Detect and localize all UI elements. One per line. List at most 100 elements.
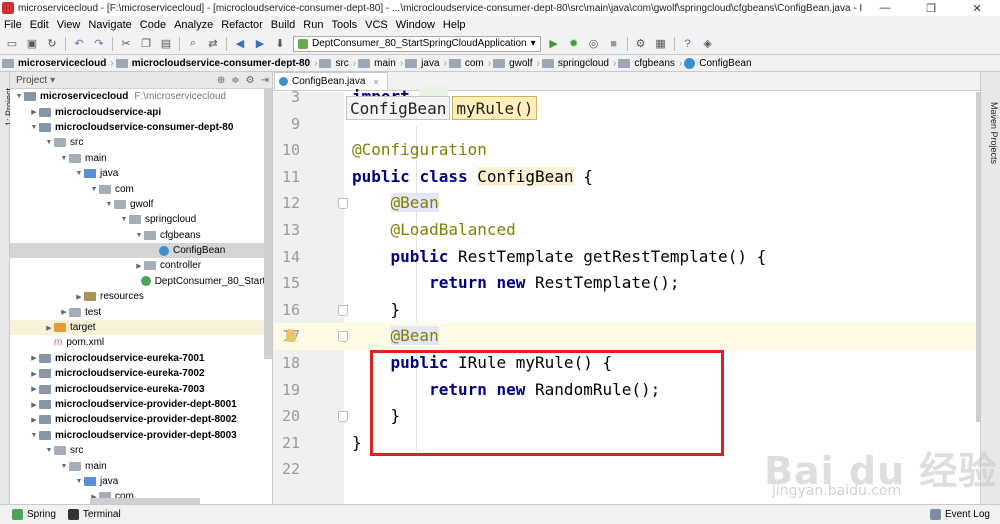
collapsed-arrow-icon[interactable]: ▶: [29, 108, 39, 116]
collapsed-arrow-icon[interactable]: ▶: [29, 416, 39, 424]
collapsed-arrow-icon[interactable]: ▶: [29, 370, 39, 378]
minimize-button[interactable]: —: [862, 0, 908, 16]
tree-item[interactable]: ▶ resources: [10, 289, 272, 304]
project-panel-title[interactable]: Project: [16, 75, 47, 86]
replace-icon[interactable]: ⇄: [205, 36, 221, 52]
redo-icon[interactable]: ↷: [91, 36, 107, 52]
tree-item[interactable]: ▼ microcloudservice-consumer-dept-80: [10, 120, 272, 135]
expanded-arrow-icon[interactable]: ▼: [59, 463, 69, 470]
expanded-arrow-icon[interactable]: ▼: [74, 170, 84, 177]
fold-marker-icon[interactable]: [338, 411, 348, 423]
tree-item[interactable]: ▶ microcloudservice-provider-dept-8001: [10, 397, 272, 412]
expanded-arrow-icon[interactable]: ▼: [119, 216, 129, 223]
undo-icon[interactable]: ↶: [71, 36, 87, 52]
tree-item[interactable]: ▼ cfgbeans: [10, 228, 272, 243]
tree-item[interactable]: ▼ src: [10, 443, 272, 458]
code-line[interactable]: 10 @Configuration: [282, 137, 980, 164]
project-scrollbar[interactable]: [264, 89, 272, 359]
expanded-arrow-icon[interactable]: ▼: [104, 201, 114, 208]
expanded-arrow-icon[interactable]: ▼: [29, 124, 39, 131]
nav-crumb-microservicecloud[interactable]: microservicecloud: [0, 58, 110, 69]
nav-crumb-cfgbeans[interactable]: cfgbeans: [616, 58, 679, 69]
fold-marker-icon[interactable]: [338, 198, 348, 210]
tree-item[interactable]: ▼ java: [10, 166, 272, 181]
nav-crumb-configbean[interactable]: ConfigBean: [682, 57, 755, 69]
tree-item[interactable]: ▶ controller: [10, 258, 272, 273]
collapsed-arrow-icon[interactable]: ▶: [29, 354, 39, 362]
menu-item-code[interactable]: Code: [136, 19, 170, 31]
code-line[interactable]: 11 public class ConfigBean {: [282, 164, 980, 191]
hide-icon[interactable]: ⇥: [261, 75, 269, 86]
nav-crumb-java[interactable]: java: [403, 58, 443, 69]
expanded-arrow-icon[interactable]: ▼: [74, 478, 84, 485]
tree-item[interactable]: ▼ com: [10, 181, 272, 196]
code-line[interactable]: 15 return new RestTemplate();: [282, 270, 980, 297]
event-log-tool-button[interactable]: Event Log: [929, 509, 990, 520]
nav-crumb-com[interactable]: com: [447, 58, 488, 69]
sync-icon[interactable]: ↻: [44, 36, 60, 52]
tree-item[interactable]: ▶ test: [10, 304, 272, 319]
tree-item[interactable]: ▶ microcloudservice-eureka-7003: [10, 381, 272, 396]
code-line[interactable]: 13 @LoadBalanced: [282, 217, 980, 244]
tree-item[interactable]: ▼ gwolf: [10, 197, 272, 212]
expanded-arrow-icon[interactable]: ▼: [89, 186, 99, 193]
maven-projects-tool-button[interactable]: Maven Projects: [989, 102, 999, 164]
collapsed-arrow-icon[interactable]: ▶: [29, 401, 39, 409]
run-icon[interactable]: ▶: [546, 36, 562, 52]
menu-item-help[interactable]: Help: [439, 19, 470, 31]
coverage-icon[interactable]: ◎: [586, 36, 602, 52]
tree-item[interactable]: DeptConsumer_80_StartS: [10, 274, 272, 289]
tree-item[interactable]: ▼ microservicecloud F:\microservicecloud: [10, 89, 272, 104]
menu-item-file[interactable]: File: [0, 19, 26, 31]
collapsed-arrow-icon[interactable]: ▶: [29, 385, 39, 393]
tree-item[interactable]: ▶ microcloudservice-api: [10, 104, 272, 119]
tree-item[interactable]: m pom.xml: [10, 335, 272, 350]
close-button[interactable]: ✕: [954, 0, 1000, 16]
tree-item[interactable]: ConfigBean: [10, 242, 272, 259]
menu-item-refactor[interactable]: Refactor: [217, 19, 267, 31]
help-icon[interactable]: ?: [680, 36, 696, 52]
expanded-arrow-icon[interactable]: ▼: [29, 432, 39, 439]
tree-item[interactable]: ▼ java: [10, 474, 272, 489]
menu-item-build[interactable]: Build: [267, 19, 299, 31]
nav-crumb-springcloud[interactable]: springcloud: [540, 58, 613, 69]
run-configuration-select[interactable]: DeptConsumer_80_StartSpringCloudApplicat…: [293, 35, 541, 52]
menu-item-navigate[interactable]: Navigate: [84, 19, 135, 31]
code-line[interactable]: 16 }: [282, 297, 980, 324]
menu-item-analyze[interactable]: Analyze: [170, 19, 217, 31]
menu-item-view[interactable]: View: [53, 19, 85, 31]
save-icon[interactable]: ▣: [24, 36, 40, 52]
paste-icon[interactable]: ▤: [158, 36, 174, 52]
tree-item[interactable]: ▶ microcloudservice-provider-dept-8002: [10, 412, 272, 427]
restore-button[interactable]: ❐: [908, 0, 954, 16]
tree-item[interactable]: ▶ target: [10, 319, 272, 336]
expanded-arrow-icon[interactable]: ▼: [44, 447, 54, 454]
expanded-arrow-icon[interactable]: ▼: [44, 139, 54, 146]
menu-item-run[interactable]: Run: [299, 19, 327, 31]
tree-item[interactable]: ▼ springcloud: [10, 212, 272, 227]
find-icon[interactable]: ⌕: [185, 36, 201, 52]
nav-crumb-microcloudservice-consumer-dept-80[interactable]: microcloudservice-consumer-dept-80: [114, 58, 314, 69]
tree-item[interactable]: ▼ main: [10, 151, 272, 166]
collapsed-arrow-icon[interactable]: ▶: [134, 262, 144, 270]
popup-method-chip[interactable]: myRule(): [452, 96, 538, 120]
expanded-arrow-icon[interactable]: ▼: [59, 155, 69, 162]
back-icon[interactable]: ◀: [232, 36, 248, 52]
fold-marker-icon[interactable]: [338, 304, 348, 316]
fold-marker-icon[interactable]: [338, 331, 348, 343]
folder-icon[interactable]: ▭: [4, 36, 20, 52]
settings-icon[interactable]: ⚙: [633, 36, 649, 52]
expanded-arrow-icon[interactable]: ▼: [14, 93, 24, 100]
forward-icon[interactable]: ▶: [252, 36, 268, 52]
spring-tool-button[interactable]: Spring: [12, 509, 56, 520]
project-structure-icon[interactable]: ▦: [653, 36, 669, 52]
tree-item[interactable]: ▼ src: [10, 135, 272, 150]
tree-item[interactable]: ▼ main: [10, 458, 272, 473]
terminal-tool-button[interactable]: Terminal: [67, 509, 121, 520]
sync-icon[interactable]: ⊕: [217, 75, 225, 86]
collapse-icon[interactable]: ≑: [231, 75, 239, 86]
lightbulb-icon[interactable]: [286, 329, 296, 343]
code-line[interactable]: 17 @Bean: [282, 323, 980, 350]
stop-icon[interactable]: ■: [606, 36, 622, 52]
menu-item-edit[interactable]: Edit: [26, 19, 53, 31]
